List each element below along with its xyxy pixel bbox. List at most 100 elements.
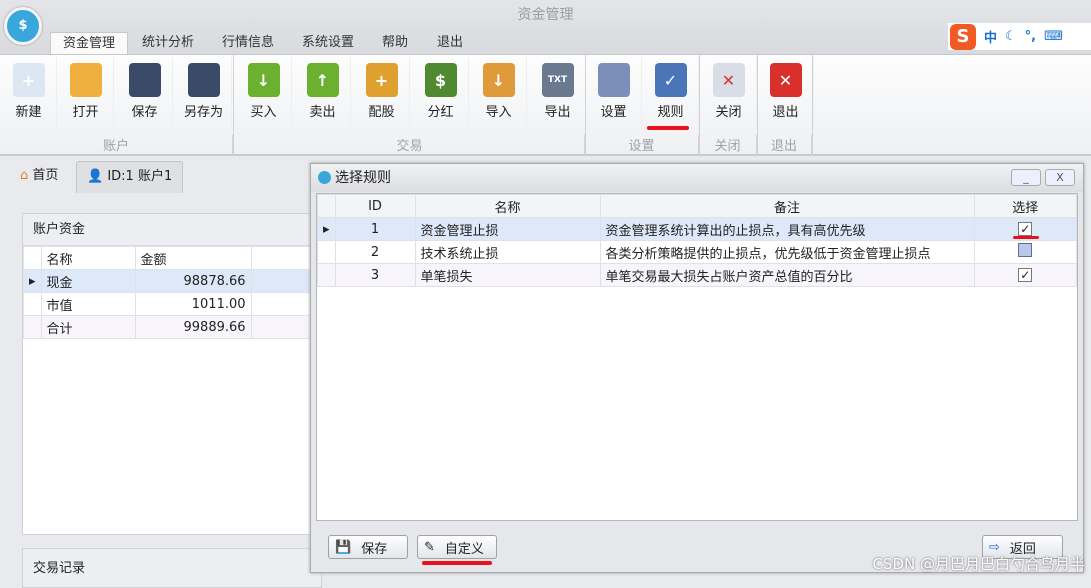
button-label: 导入 bbox=[485, 105, 512, 120]
button-label: 配股 bbox=[368, 105, 395, 120]
column-header[interactable]: 名称 bbox=[414, 194, 601, 218]
ribbon-button-10[interactable]: 设置 bbox=[586, 57, 642, 129]
button-label: 新建 bbox=[15, 105, 42, 120]
table-row[interactable]: 2 技术系统止损 各类分析策略提供的止损点，优先级低于资金管理止损点 bbox=[317, 240, 1078, 264]
table-row[interactable]: ▸ 1 资金管理止损 资金管理系统计算出的止损点，具有高优先级 ✓ bbox=[317, 217, 1078, 241]
ime-toolbar[interactable]: S 中 ☾ °, ⌨ bbox=[948, 23, 1091, 50]
panel-title: 交易记录 bbox=[33, 561, 86, 576]
arrow-down-circle-icon: ↓ bbox=[247, 63, 280, 97]
ribbon-button-11[interactable]: ✓ 规则 bbox=[643, 57, 699, 129]
select-checkbox[interactable]: ✓ bbox=[1018, 221, 1033, 236]
trade-records-panel: 交易记录 bbox=[22, 548, 322, 588]
database-add-icon: + bbox=[365, 63, 398, 97]
ribbon-button-6[interactable]: + 配股 bbox=[354, 57, 410, 129]
ime-mode[interactable]: 中 bbox=[984, 27, 997, 46]
exit-icon: ✕ bbox=[769, 63, 802, 97]
divider bbox=[812, 55, 813, 155]
button-label: 打开 bbox=[72, 105, 99, 120]
save-button[interactable]: 💾 保存 bbox=[328, 535, 408, 559]
ribbon-group-label: 退出 bbox=[757, 135, 812, 155]
button-label: 保存 bbox=[131, 105, 158, 120]
select-checkbox[interactable]: ✓ bbox=[1018, 267, 1033, 282]
button-label: 导出 bbox=[544, 105, 571, 120]
table-row[interactable]: 3 单笔损失 单笔交易最大损失占账户资产总值的百分比 ✓ bbox=[317, 263, 1078, 287]
title-bar: $ 资金管理 资金管理 统计分析 行情信息 系统设置 帮助 退出 S 中 ☾ °, ⌨ bbox=[0, 0, 1091, 54]
table-row[interactable]: 合计 99889.66 bbox=[23, 315, 322, 339]
account-funds-panel: 账户资金 名称 金额 ▸ 现金 98878.66 市值 1011.00 合计 99889.… bbox=[22, 213, 322, 535]
menu-tab[interactable]: 行情信息 bbox=[210, 32, 286, 54]
ime-punct[interactable]: °, bbox=[1025, 29, 1036, 44]
divider bbox=[233, 55, 234, 155]
button-label: 规则 bbox=[657, 105, 684, 120]
watermark: CSDN @月巴月巴白勺合鸟月半 bbox=[872, 555, 1085, 573]
table-row[interactable]: ▸ 现金 98878.66 bbox=[23, 269, 322, 293]
app-icon bbox=[318, 171, 331, 184]
column-header[interactable]: 名称 bbox=[40, 246, 136, 270]
button-label: 买入 bbox=[250, 105, 277, 120]
minimize-button[interactable]: _ bbox=[1011, 169, 1041, 186]
annotation-underline bbox=[422, 561, 492, 565]
menu-tab[interactable]: 帮助 bbox=[370, 32, 420, 54]
ribbon-button-5[interactable]: ↑ 卖出 bbox=[295, 57, 351, 129]
save-icon bbox=[128, 63, 161, 97]
rules-grid: ID 名称 备注 选择 ▸ 1 资金管理止损 资金管理系统计算出的止损点，具有高优先级 ✓ 2 技… bbox=[316, 193, 1078, 521]
column-header[interactable]: ID bbox=[334, 194, 416, 218]
user-settings-icon bbox=[597, 63, 630, 97]
import-icon: ↓ bbox=[482, 63, 515, 97]
select-checkbox[interactable] bbox=[1018, 243, 1033, 257]
save-icon: 💾 bbox=[335, 539, 352, 555]
ribbon-button-2[interactable]: 保存 bbox=[117, 57, 173, 129]
clipboard-check-icon: ✓ bbox=[654, 63, 687, 97]
tab-home[interactable]: ⌂ 首页 bbox=[10, 161, 68, 193]
ribbon-button-12[interactable]: ✕ 关闭 bbox=[701, 57, 757, 129]
select-rules-dialog: 选择规则 _ X ID 名称 备注 选择 ▸ 1 资金管理止损 资金管理系统计算出的止损点，… bbox=[310, 163, 1084, 573]
dialog-title-bar[interactable]: 选择规则 bbox=[311, 164, 1083, 192]
button-label: 关闭 bbox=[715, 105, 742, 120]
open-folder-icon bbox=[69, 63, 102, 97]
window-title: 资金管理 bbox=[517, 7, 574, 23]
button-label: 退出 bbox=[772, 105, 799, 120]
edit-icon: ✎ bbox=[424, 539, 435, 555]
sogou-icon: S bbox=[950, 23, 976, 50]
ribbon-group-label: 设置 bbox=[585, 135, 699, 155]
ribbon-button-1[interactable]: 打开 bbox=[58, 57, 114, 129]
ribbon-button-0[interactable]: + 新建 bbox=[1, 57, 57, 129]
ribbon-button-13[interactable]: ✕ 退出 bbox=[758, 57, 814, 129]
moon-icon[interactable]: ☾ bbox=[1005, 29, 1017, 44]
save-as-icon bbox=[187, 63, 220, 97]
menu-tab[interactable]: 资金管理 bbox=[50, 32, 129, 54]
user-icon: 👤 bbox=[87, 169, 104, 184]
arrow-up-circle-icon: ↑ bbox=[306, 63, 339, 97]
funds-table: 名称 金额 ▸ 现金 98878.66 市值 1011.00 合计 99889.66 bbox=[23, 246, 322, 339]
ribbon: + 新建 打开 保存 另存为 ↓ 买入 ↑ 卖出 + 配股 $ 分红 ↓ 导入 TXT 导出 设置 ✓ 规则 ✕ 关闭 ✕ 退… bbox=[0, 54, 1091, 156]
column-header[interactable]: 备注 bbox=[599, 194, 975, 218]
menu-tab[interactable]: 系统设置 bbox=[290, 32, 366, 54]
keyboard-icon[interactable]: ⌨ bbox=[1044, 29, 1063, 44]
button-label: 设置 bbox=[600, 105, 627, 120]
ribbon-button-9[interactable]: TXT 导出 bbox=[530, 57, 586, 129]
custom-button[interactable]: ✎ 自定义 bbox=[417, 535, 497, 559]
menu-tab[interactable]: 退出 bbox=[425, 32, 475, 54]
column-header[interactable]: 选择 bbox=[973, 194, 1078, 218]
ribbon-button-8[interactable]: ↓ 导入 bbox=[471, 57, 527, 129]
button-label: 卖出 bbox=[309, 105, 336, 120]
table-row[interactable]: 市值 1011.00 bbox=[23, 292, 322, 316]
ribbon-button-3[interactable]: 另存为 bbox=[176, 57, 232, 129]
ribbon-group-label: 交易 bbox=[235, 135, 585, 155]
close-button[interactable]: X bbox=[1045, 169, 1075, 186]
new-file-icon: + bbox=[12, 63, 45, 97]
tab-account[interactable]: 👤 ID:1 账户1 bbox=[76, 161, 184, 193]
column-header[interactable]: 金额 bbox=[134, 246, 252, 270]
ribbon-button-7[interactable]: $ 分红 bbox=[413, 57, 469, 129]
button-label: 另存为 bbox=[183, 105, 223, 120]
close-window-icon: ✕ bbox=[712, 63, 745, 97]
ribbon-group-label: 账户 bbox=[0, 135, 233, 155]
button-label: 分红 bbox=[427, 105, 454, 120]
export-txt-icon: TXT bbox=[541, 63, 574, 97]
dollar-book-icon: $ bbox=[424, 63, 457, 97]
home-icon: ⌂ bbox=[20, 168, 29, 183]
annotation-underline bbox=[1013, 236, 1039, 239]
menu-tab[interactable]: 统计分析 bbox=[130, 32, 206, 54]
ribbon-group-label: 关闭 bbox=[699, 135, 757, 155]
ribbon-button-4[interactable]: ↓ 买入 bbox=[236, 57, 292, 129]
